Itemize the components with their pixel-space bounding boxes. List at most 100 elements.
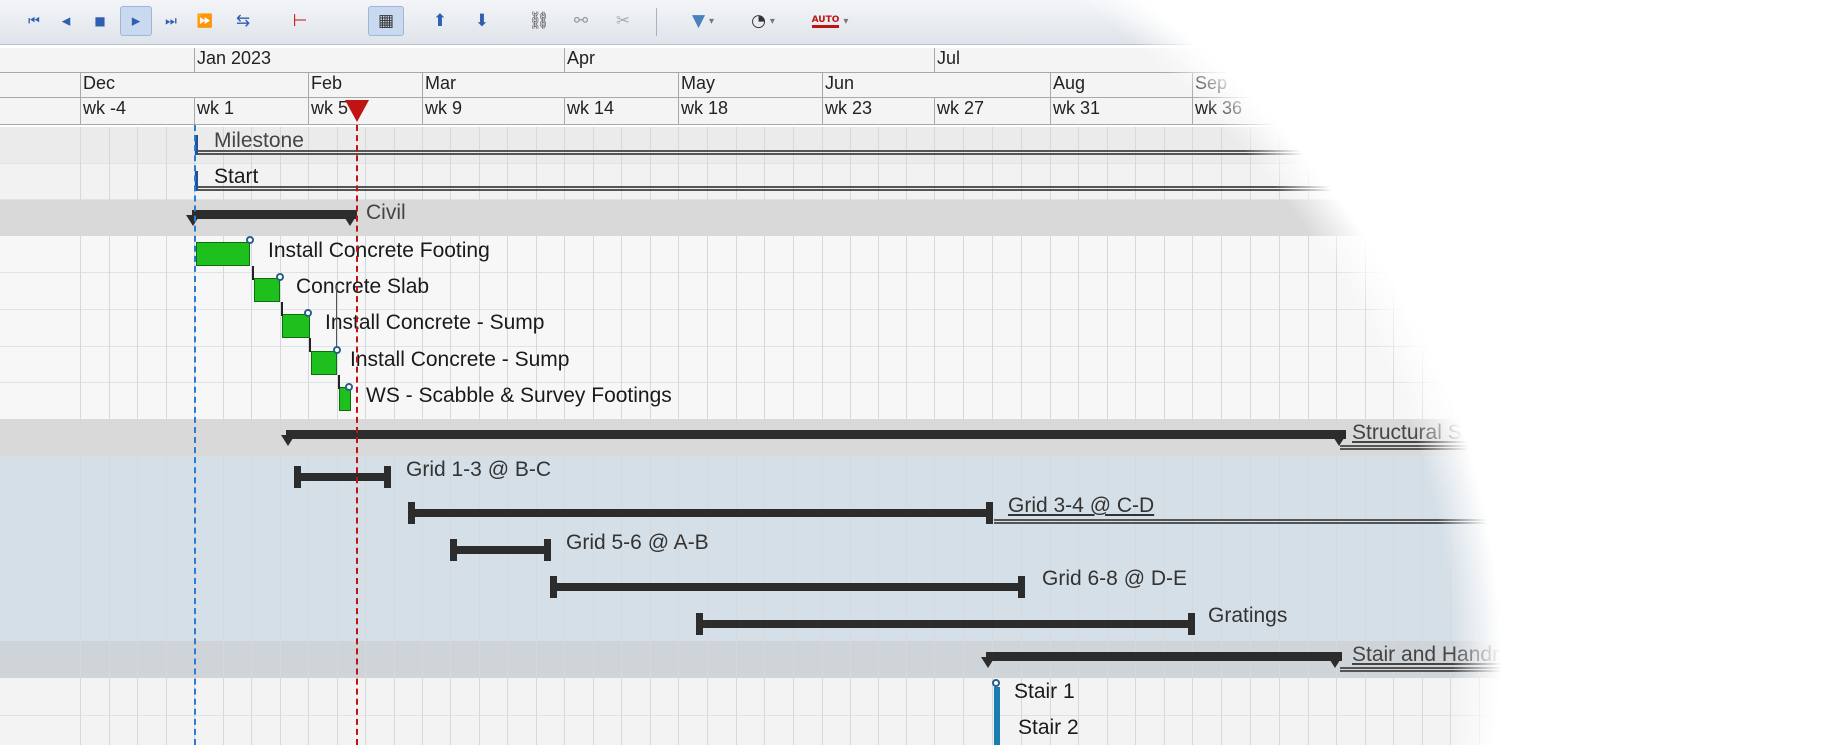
bar-color-icon: ▼: [691, 11, 706, 31]
row-band: [0, 236, 1832, 419]
today-line[interactable]: [356, 125, 358, 745]
summary-label: Stair and Handrail: [1352, 643, 1521, 666]
timescale-icon: ▦: [377, 11, 395, 31]
stop-button[interactable]: ■: [88, 6, 112, 36]
baseline-arrow: [1716, 514, 1730, 528]
bar-end: [450, 539, 457, 561]
loop-icon: ⇆: [235, 11, 251, 31]
goto-today-icon: ⊢: [292, 11, 308, 31]
link-tasks-button[interactable]: ⛓: [524, 6, 554, 36]
month-cell: Feb: [308, 73, 422, 97]
gantt-chart-area[interactable]: Milestone Start Civil Install Concrete F…: [0, 125, 1832, 745]
loop-button[interactable]: ⇆: [226, 6, 260, 36]
task-bar[interactable]: [698, 620, 1192, 628]
week-cell: wk 40: [1308, 98, 1422, 124]
play-button[interactable]: ▸: [120, 6, 152, 36]
project-start-line: [194, 125, 196, 745]
week-cell: wk 23: [822, 98, 934, 124]
previous-record-icon: ◂: [61, 11, 71, 31]
last-record-button[interactable]: ⏩: [192, 6, 218, 36]
summary-bar-civil[interactable]: [192, 210, 357, 219]
link-handle[interactable]: [276, 273, 284, 281]
bar-end: [550, 576, 557, 598]
next-record-icon: ⏭: [165, 13, 177, 29]
summary-cap: [981, 657, 995, 668]
toolbar-separator: [656, 8, 657, 36]
summary-row-band: [0, 641, 1832, 678]
summary-bar-structural-steel[interactable]: [286, 430, 1346, 439]
toolbar: ⏮ ◂ ■ ▸ ⏭ ⏩ ⇆ ⊢ ▦ ⬆ ⬇ ⛓ ⚯ ✂ ▼ ▾ ◔ ▾ AUTO ▾: [0, 0, 1832, 45]
bar-end: [384, 466, 391, 488]
bar-color-button[interactable]: ▼ ▾: [680, 6, 726, 36]
bar-end: [986, 502, 993, 524]
week-cell: wk 14: [564, 98, 678, 124]
link-handle[interactable]: [345, 383, 353, 391]
summary-cap: [343, 215, 357, 226]
summary-cap: [186, 215, 200, 226]
task-label: WS - Scabble & Survey Footings: [366, 384, 672, 407]
month-cell-jan: [194, 73, 308, 97]
week-cell: wk 1: [194, 98, 308, 124]
dependency-link: [338, 375, 340, 389]
progress-icon: ◔: [751, 11, 766, 31]
auto-schedule-button[interactable]: AUTO ▾: [800, 6, 860, 36]
stop-icon: ■: [94, 14, 106, 28]
row-band: [0, 163, 1832, 199]
split-task-button[interactable]: ✂: [608, 6, 638, 36]
next-record-button[interactable]: ⏭: [158, 6, 184, 36]
task-label: Stair 2: [1018, 716, 1079, 739]
scroll-down-button[interactable]: ⬇: [466, 6, 498, 36]
link-handle[interactable]: [992, 679, 1000, 687]
goto-today-button[interactable]: ⊢: [288, 6, 312, 36]
task-bar[interactable]: [296, 473, 388, 481]
link-handle[interactable]: [304, 309, 312, 317]
task-bar[interactable]: [410, 509, 990, 517]
today-marker-icon[interactable]: [345, 100, 369, 122]
timescale-quarter-row: Jan 2023 Apr Jul Oct: [0, 48, 1832, 73]
task-label: Grid 6-8 @ D-E: [1042, 567, 1188, 590]
split-task-icon: ✂: [615, 11, 631, 31]
baseline-extension: [994, 519, 1720, 524]
task-bar[interactable]: [254, 278, 280, 302]
timescale-button[interactable]: ▦: [368, 6, 404, 36]
month-cell: Jun: [822, 73, 934, 97]
week-cell: wk 18: [678, 98, 822, 124]
first-record-icon: ⏮: [28, 13, 40, 29]
task-bar[interactable]: [994, 687, 1000, 745]
task-bar[interactable]: [311, 351, 337, 375]
scroll-up-button[interactable]: ⬆: [424, 6, 456, 36]
bar-end: [408, 502, 415, 524]
previous-record-button[interactable]: ◂: [54, 6, 78, 36]
baseline-extension: [1340, 445, 1720, 450]
week-cell: wk -4: [80, 98, 194, 124]
quarter-cell: Jul: [934, 48, 1308, 72]
progress-button[interactable]: ◔ ▾: [736, 6, 790, 36]
week-cell: wk 9: [422, 98, 564, 124]
summary-bar-stair-handrail[interactable]: [986, 652, 1342, 661]
unlink-tasks-button[interactable]: ⚯: [566, 6, 596, 36]
task-label: Install Concrete Footing: [268, 239, 490, 262]
link-handle[interactable]: [333, 346, 341, 354]
row-band: [0, 678, 1832, 745]
task-bar[interactable]: [282, 314, 310, 338]
month-cell: Mar: [422, 73, 564, 97]
bar-end: [1188, 613, 1195, 635]
bar-end: [696, 613, 703, 635]
month-cell: Aug: [1050, 73, 1192, 97]
row-band-group: [0, 456, 1832, 641]
baseline-extension: [1340, 667, 1720, 672]
task-bar[interactable]: [452, 546, 548, 554]
milestone-baseline: [198, 150, 1678, 155]
week-cell: wk 36: [1192, 98, 1308, 124]
first-record-button[interactable]: ⏮: [22, 6, 46, 36]
week-cell: wk 31: [1050, 98, 1192, 124]
task-label: Grid 1-3 @ B-C: [406, 458, 552, 481]
quarter-cell: Jan 2023: [194, 48, 564, 72]
link-handle[interactable]: [246, 236, 254, 244]
task-bar[interactable]: [552, 583, 1022, 591]
task-label: Grid 5-6 @ A-B: [566, 531, 709, 554]
week-cell: wk 49: [1564, 98, 1764, 124]
month-cell: Sep: [1192, 73, 1308, 97]
task-bar[interactable]: [196, 242, 250, 266]
timescale-week-row: wk -4 wk 1 wk 5 wk 9 wk 14 wk 18 wk 23 w…: [0, 98, 1832, 125]
